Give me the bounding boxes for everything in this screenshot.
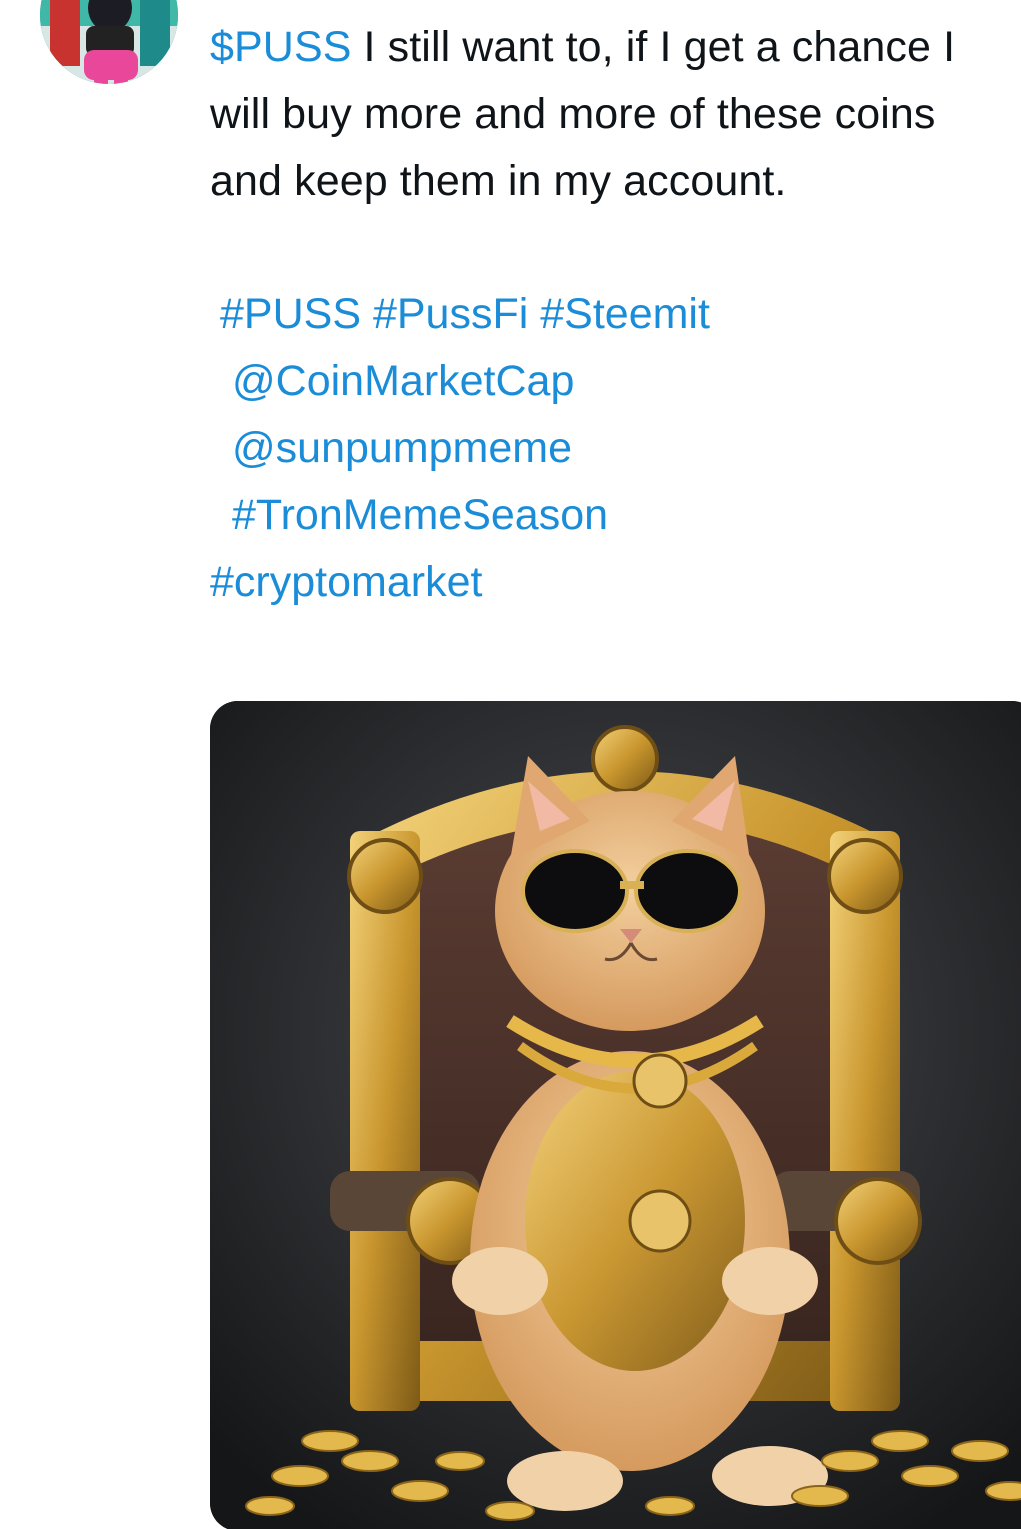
cashtag-link[interactable]: $PUSS <box>210 23 352 71</box>
hashtag-cryptomarket[interactable]: #cryptomarket <box>210 549 1010 616</box>
avatar-photo-icon <box>40 0 178 84</box>
cat-on-throne-image-icon <box>210 701 1021 1529</box>
tweet[interactable]: $PUSS I still want to, if I get a chance… <box>0 0 1021 1529</box>
hashtag-tronmemeseason[interactable]: #TronMemeSeason <box>210 482 1010 549</box>
mention-coinmarketcap[interactable]: @CoinMarketCap <box>210 348 1010 415</box>
hashtags-block: #PUSS #PussFi #Steemit @CoinMarketCap @s… <box>210 281 1010 616</box>
mention-sunpumpmeme[interactable]: @sunpumpmeme <box>210 415 1010 482</box>
avatar[interactable] <box>40 0 178 84</box>
hashtag-line[interactable]: #PUSS #PussFi #Steemit <box>210 281 1010 348</box>
tweet-text: $PUSS I still want to, if I get a chance… <box>210 14 1010 215</box>
tweet-image[interactable] <box>210 701 1021 1529</box>
